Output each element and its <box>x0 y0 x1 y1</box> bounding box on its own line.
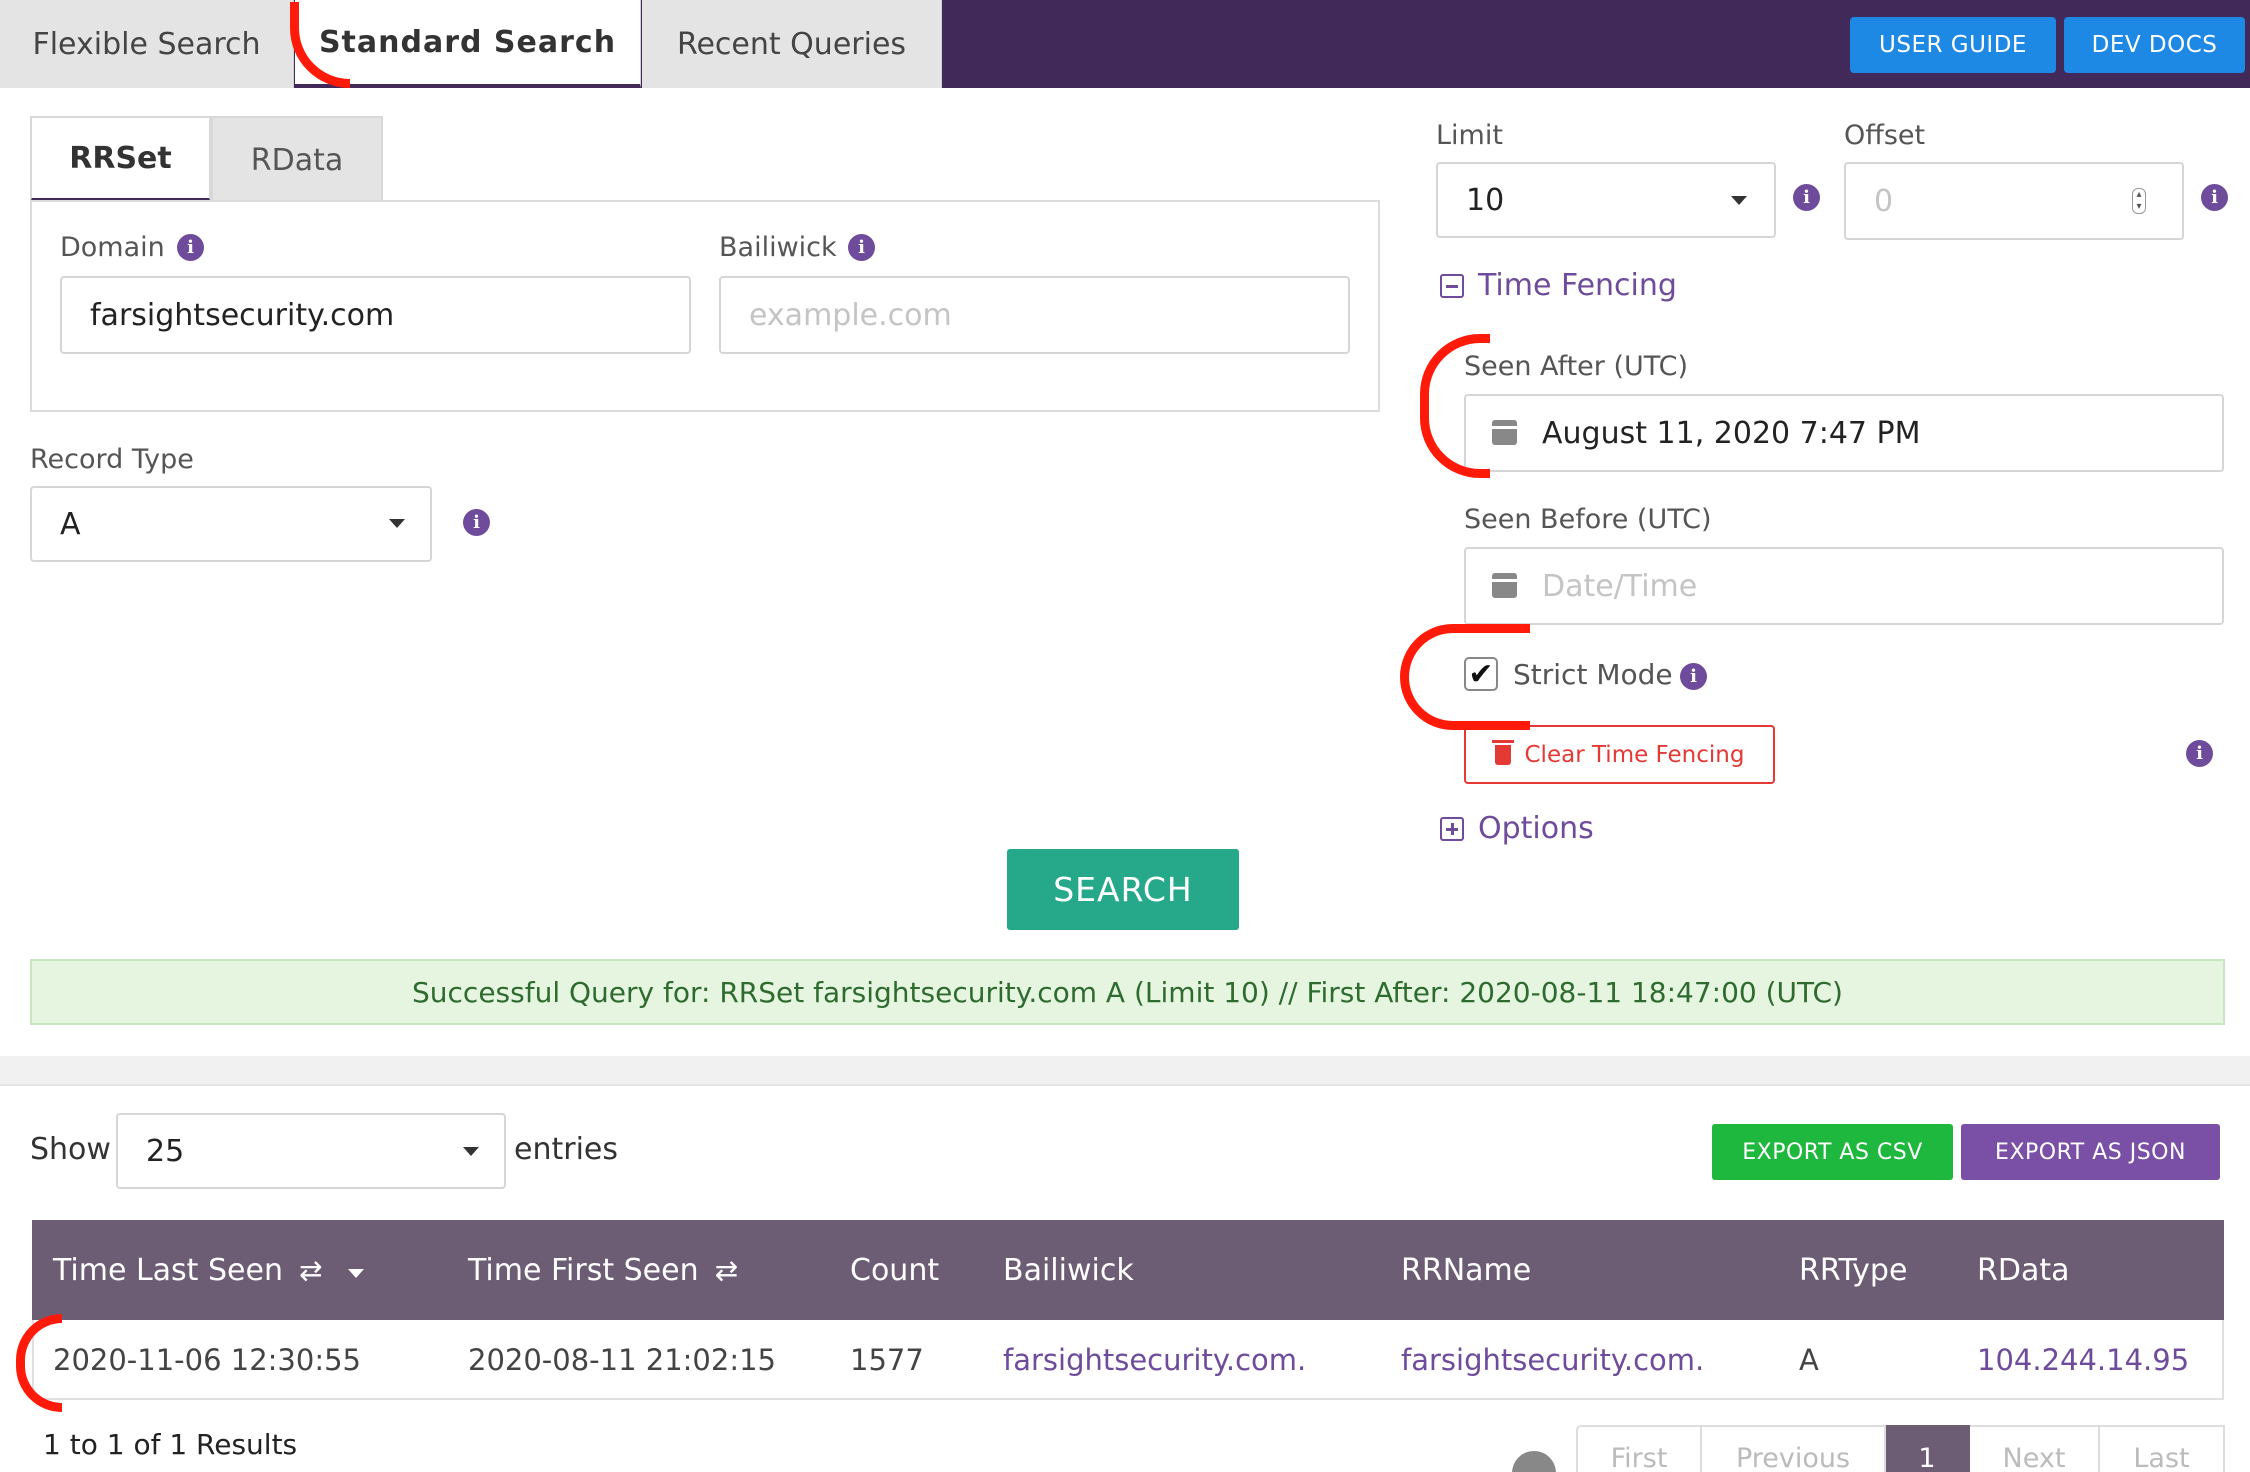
column-header-bailiwick[interactable]: Bailiwick <box>1003 1220 1134 1320</box>
column-header-count[interactable]: Count <box>850 1220 939 1320</box>
column-header-time-last-seen[interactable]: Time Last Seen ⇄ <box>53 1220 365 1320</box>
collapse-icon <box>1440 273 1464 298</box>
limit-label: Limit <box>1436 120 1503 151</box>
calendar-icon <box>1492 420 1517 445</box>
calendar-icon <box>1492 573 1517 598</box>
bailiwick-info-icon[interactable]: i <box>848 234 875 261</box>
offset-spinner-icon[interactable]: ▴ ▾ <box>2132 188 2146 214</box>
record-type-info-icon[interactable]: i <box>463 509 490 536</box>
chevron-down-icon <box>1731 196 1747 205</box>
bailiwick-label: Bailiwick <box>719 232 837 263</box>
cell-rrname-link[interactable]: farsightsecurity.com. <box>1401 1320 1704 1400</box>
clear-time-fencing-label: Clear Time Fencing <box>1524 741 1745 768</box>
options-toggle[interactable]: Options <box>1440 811 1594 846</box>
bailiwick-input[interactable]: example.com <box>719 276 1350 354</box>
column-header-rrtype[interactable]: RRType <box>1799 1220 1907 1320</box>
record-type-select[interactable]: A <box>30 486 432 562</box>
domain-info-icon[interactable]: i <box>177 234 204 261</box>
seen-after-label: Seen After (UTC) <box>1464 351 1689 382</box>
show-label: Show <box>30 1132 111 1167</box>
cell-bailiwick-link[interactable]: farsightsecurity.com. <box>1003 1320 1306 1400</box>
seen-after-input[interactable]: August 11, 2020 7:47 PM <box>1464 394 2224 472</box>
tab-flexible-search[interactable]: Flexible Search <box>0 0 294 88</box>
subtab-rdata[interactable]: RData <box>211 116 383 202</box>
column-label: Time First Seen <box>468 1252 699 1288</box>
time-fencing-toggle[interactable]: Time Fencing <box>1440 268 1677 303</box>
expand-icon <box>1440 816 1464 841</box>
column-header-rdata[interactable]: RData <box>1977 1220 2069 1320</box>
limit-value: 10 <box>1466 182 1505 218</box>
offset-label: Offset <box>1844 120 1926 151</box>
cell-rrtype: A <box>1799 1343 1819 1377</box>
success-message: Successful Query for: RRSet farsightsecu… <box>30 959 2225 1025</box>
cell-time-first-seen: 2020-08-11 21:02:15 <box>468 1343 776 1377</box>
limit-info-icon[interactable]: i <box>1793 184 1820 211</box>
pagination-page-1[interactable]: 1 <box>1886 1425 1970 1472</box>
chevron-down-icon <box>463 1147 479 1156</box>
subtab-rrset[interactable]: RRSet <box>30 116 211 202</box>
annotation-mark <box>1420 334 1490 478</box>
trash-icon <box>1491 739 1514 765</box>
export-json-button[interactable]: EXPORT AS JSON <box>1961 1124 2220 1180</box>
time-fencing-label: Time Fencing <box>1478 268 1677 303</box>
seen-before-label: Seen Before (UTC) <box>1464 504 1712 535</box>
options-label: Options <box>1478 811 1594 846</box>
pagination-next[interactable]: Next <box>1970 1425 2100 1472</box>
tab-recent-queries[interactable]: Recent Queries <box>642 0 942 88</box>
seen-before-input[interactable]: Date/Time <box>1464 547 2224 625</box>
cell-count: 1577 <box>850 1343 924 1377</box>
domain-input[interactable]: farsightsecurity.com <box>60 276 691 354</box>
record-type-label: Record Type <box>30 444 194 475</box>
search-button[interactable]: SEARCH <box>1007 849 1239 930</box>
entries-value: 25 <box>146 1133 185 1169</box>
sort-desc-icon <box>348 1268 365 1278</box>
entries-label: entries <box>514 1132 618 1167</box>
entries-select[interactable]: 25 <box>116 1113 506 1189</box>
cell-rdata-link[interactable]: 104.244.14.95 <box>1977 1320 2189 1400</box>
limit-select[interactable]: 10 <box>1436 162 1776 238</box>
clear-fencing-info-icon[interactable]: i <box>2186 740 2213 767</box>
strict-mode-info-icon[interactable]: i <box>1680 663 1707 690</box>
offset-info-icon[interactable]: i <box>2201 184 2228 211</box>
record-type-value: A <box>60 506 81 542</box>
results-summary: 1 to 1 of 1 Results <box>43 1428 298 1461</box>
sort-icon: ⇄ <box>298 1253 323 1287</box>
pagination-first[interactable]: First <box>1576 1425 1702 1472</box>
pagination-last[interactable]: Last <box>2100 1425 2225 1472</box>
section-divider <box>0 1056 2250 1086</box>
column-header-time-first-seen[interactable]: Time First Seen ⇄ <box>468 1220 738 1320</box>
clear-time-fencing-button[interactable]: Clear Time Fencing <box>1464 725 1775 784</box>
chevron-down-icon <box>389 519 405 528</box>
user-guide-button[interactable]: USER GUIDE <box>1850 17 2056 73</box>
pagination-previous[interactable]: Previous <box>1702 1425 1886 1472</box>
export-csv-button[interactable]: EXPORT AS CSV <box>1712 1124 1953 1180</box>
cell-time-last-seen: 2020-11-06 12:30:55 <box>53 1343 361 1377</box>
column-header-rrname[interactable]: RRName <box>1401 1220 1531 1320</box>
sort-icon: ⇄ <box>714 1253 739 1287</box>
domain-label: Domain <box>60 232 165 263</box>
annotation-mark <box>1400 624 1530 730</box>
dev-docs-button[interactable]: DEV DOCS <box>2064 17 2245 73</box>
strict-mode-label: Strict Mode <box>1513 658 1673 691</box>
column-label: Time Last Seen <box>53 1252 283 1288</box>
